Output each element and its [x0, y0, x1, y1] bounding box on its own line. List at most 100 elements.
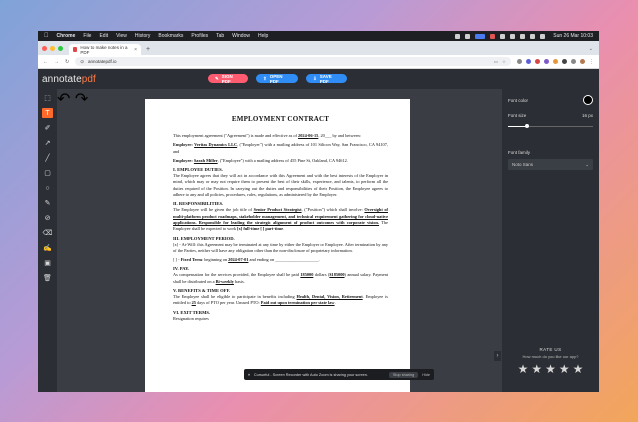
menu-item-help[interactable]: Help: [258, 33, 268, 39]
profile-avatar[interactable]: [580, 59, 585, 64]
pdf-page[interactable]: EMPLOYMENT CONTRACT This employment agre…: [145, 99, 410, 392]
rate-title: RATE US: [539, 347, 562, 352]
text-tool-icon[interactable]: T: [42, 108, 53, 118]
star-icon[interactable]: ★: [531, 363, 542, 375]
star-icon[interactable]: ★: [559, 363, 570, 375]
delete-tool-icon[interactable]: 🗑: [42, 273, 53, 283]
hide-tool-icon[interactable]: ⊘: [42, 213, 53, 223]
document-viewer: ↶ ↷ ‹ 1 of 2 › ⊖ 100% ⊕ EMPLOYMENT CONTR…: [57, 89, 502, 392]
app-logo[interactable]: annotatepdf: [42, 74, 96, 85]
menu-item-window[interactable]: Window: [232, 33, 250, 39]
extension-icon[interactable]: [553, 59, 558, 64]
doc-section-heading: V. BENEFITS & TIME OFF.: [173, 288, 231, 294]
doc-paragraph: The Employee shall be eligible to partic…: [173, 294, 388, 306]
font-size-slider[interactable]: [508, 124, 593, 128]
eraser-tool-icon[interactable]: ⌫: [42, 228, 53, 238]
wifi-icon[interactable]: [520, 33, 526, 39]
save-pdf-label: SAVE PDF: [319, 73, 332, 84]
menu-item-view[interactable]: View: [116, 33, 127, 39]
hide-banner-button[interactable]: Hide: [422, 373, 430, 377]
puzzle-icon[interactable]: [571, 59, 576, 64]
menu-item-edit[interactable]: Edit: [99, 33, 108, 39]
open-pdf-button[interactable]: ⇪ OPEN PDF: [256, 74, 298, 84]
screen-record-icon[interactable]: [475, 33, 486, 39]
bookmark-star-icon[interactable]: ☆: [502, 59, 506, 65]
extension-icon[interactable]: [544, 59, 549, 64]
doc-paragraph: [x] - At-Will: this Agreement may be ter…: [173, 241, 388, 253]
rate-us-section: RATE US How much do you like our app? ★ ★…: [502, 347, 599, 375]
sharing-icon: ⏸: [248, 372, 250, 377]
undo-redo-icons[interactable]: ↶ ↷: [57, 91, 88, 108]
search-icon[interactable]: [530, 33, 536, 39]
browser-tab-active[interactable]: How to make notes in a PDF ×: [69, 44, 141, 55]
font-size-row: Font size 16 px: [508, 113, 593, 118]
star-rating: ★ ★ ★ ★ ★: [502, 363, 599, 375]
slider-handle[interactable]: [524, 124, 529, 128]
new-tab-button[interactable]: +: [146, 44, 150, 55]
doc-paragraph: Employer: Veritas Dynamics LLC, ("Employ…: [173, 142, 388, 154]
freehand-tool-icon[interactable]: ✎: [42, 198, 53, 208]
menubar-clock[interactable]: Sun 26 Mar 10:03: [553, 33, 593, 39]
font-family-value: Noto Sans: [512, 162, 534, 167]
collapse-panel-chevron-icon[interactable]: ›: [494, 351, 501, 361]
image-tool-icon[interactable]: ▣: [42, 258, 53, 268]
status-icon[interactable]: [465, 33, 471, 39]
save-pdf-button[interactable]: ⇩ SAVE PDF: [306, 73, 347, 84]
menu-item-file[interactable]: File: [83, 33, 91, 39]
sign-pdf-button[interactable]: ✎ SIGN PDF: [208, 74, 248, 84]
chevron-down-icon: ⌄: [585, 161, 589, 167]
more-menu-icon[interactable]: ⋮: [589, 59, 594, 65]
url-bar[interactable]: ⊙ annotatepdf.io ▭ ☆: [75, 57, 511, 66]
doc-paragraph: Resignation requires: [173, 315, 209, 321]
site-info-icon[interactable]: ⊙: [80, 59, 84, 65]
status-icon[interactable]: [490, 33, 496, 39]
extension-icon[interactable]: [526, 59, 531, 64]
tab-search-chevron-icon[interactable]: ⌄: [589, 44, 593, 55]
extension-icon[interactable]: [517, 59, 522, 64]
extension-icon[interactable]: [535, 59, 540, 64]
arrow-tool-icon[interactable]: ↗: [42, 138, 53, 148]
close-tab-icon[interactable]: ×: [134, 47, 137, 53]
extension-icon[interactable]: [562, 59, 567, 64]
stop-sharing-button[interactable]: Stop sharing: [388, 371, 419, 378]
menu-item-bookmarks[interactable]: Bookmarks: [158, 33, 183, 39]
circle-tool-icon[interactable]: ○: [42, 183, 53, 193]
reload-icon[interactable]: ↻: [65, 59, 69, 65]
logo-main-text: annotate: [42, 73, 82, 85]
back-icon[interactable]: ←: [43, 59, 48, 65]
extensions-area: ⋮: [517, 59, 594, 65]
star-icon[interactable]: ★: [573, 363, 584, 375]
menu-item-tab[interactable]: Tab: [216, 33, 224, 39]
highlighter-tool-icon[interactable]: ✐: [42, 123, 53, 133]
control-center-icon[interactable]: [540, 33, 546, 39]
font-size-value: 16 px: [581, 113, 593, 118]
header-actions: ✎ SIGN PDF ⇪ OPEN PDF ⇩ SAVE PDF: [208, 73, 347, 84]
font-color-swatch[interactable]: [583, 95, 593, 105]
app-header: annotatepdf ✎ SIGN PDF ⇪ OPEN PDF ⇩ SAVE…: [38, 69, 599, 89]
forward-icon[interactable]: →: [54, 59, 59, 65]
menu-item-history[interactable]: History: [135, 33, 151, 39]
logo-accent-text: pdf: [81, 73, 96, 85]
line-tool-icon[interactable]: ╱: [42, 153, 53, 163]
install-icon[interactable]: ▭: [494, 59, 498, 65]
download-icon: ⇩: [313, 75, 317, 81]
signature-tool-icon[interactable]: ✍: [42, 243, 53, 253]
doc-section-heading: VI. EXIT TERMS.: [173, 309, 211, 315]
status-icon[interactable]: [455, 33, 461, 39]
star-icon[interactable]: ★: [518, 363, 529, 375]
star-icon[interactable]: ★: [545, 363, 556, 375]
maximize-window-icon[interactable]: [58, 45, 63, 51]
battery-icon[interactable]: [510, 33, 516, 39]
minimize-window-icon[interactable]: [50, 45, 55, 51]
browser-window: How to make notes in a PDF × + ⌄ ← → ↻ ⊙…: [38, 41, 599, 392]
font-family-select[interactable]: Noto Sans ⌄: [508, 159, 593, 170]
menu-item-profiles[interactable]: Profiles: [191, 33, 208, 39]
doc-section-heading: III. EMPLOYMENT PERIOD.: [173, 235, 235, 241]
menu-item-chrome[interactable]: Chrome: [57, 33, 76, 39]
close-window-icon[interactable]: [42, 45, 47, 51]
rectangle-tool-icon[interactable]: ▢: [42, 168, 53, 178]
bluetooth-icon[interactable]: [500, 33, 506, 39]
apple-menu-icon[interactable]: : [44, 33, 49, 39]
tab-title: How to make notes in a PDF: [80, 44, 128, 55]
select-tool-icon[interactable]: ⬚: [42, 93, 53, 103]
